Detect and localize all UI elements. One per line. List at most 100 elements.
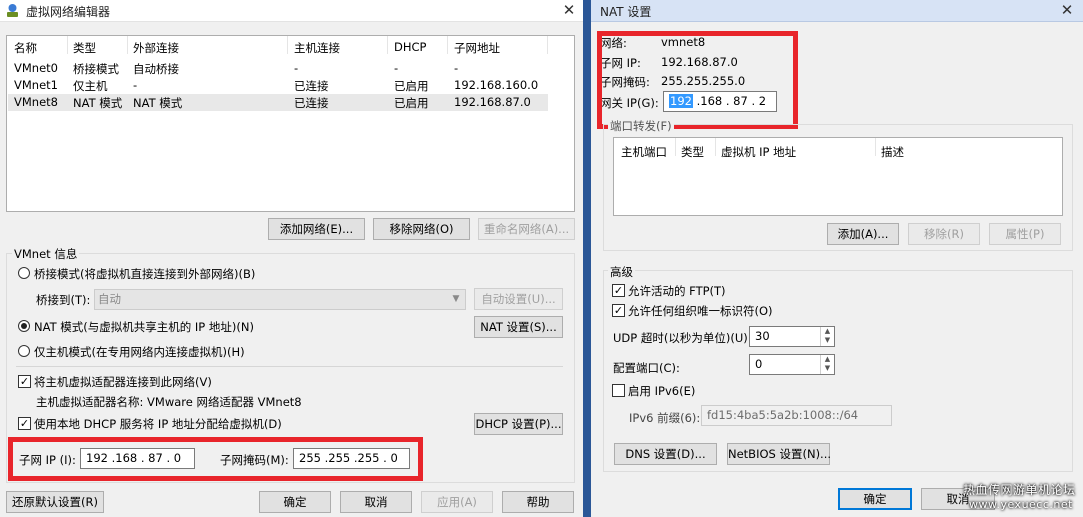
column-header-name[interactable]: 名称 <box>14 40 37 56</box>
help-button[interactable]: 帮助 <box>502 491 574 513</box>
remove-network-button[interactable]: 移除网络(O) <box>373 218 470 240</box>
network-list[interactable]: 名称 类型 外部连接 主机连接 DHCP 子网地址 VMnet0 桥接模式 自动… <box>6 35 575 212</box>
row-cell: 自动桥接 <box>133 62 179 76</box>
allow-ftp-label[interactable]: 允许活动的 FTP(T) <box>628 283 726 299</box>
allow-oui-checkbox[interactable]: ✓ <box>612 304 625 317</box>
close-icon[interactable]: ✕ <box>1055 0 1079 22</box>
column-header-type[interactable]: 类型 <box>681 144 704 160</box>
row-cell: 已连接 <box>294 79 329 93</box>
column-divider <box>67 36 68 54</box>
nat-settings-button[interactable]: NAT 设置(S)... <box>474 316 563 338</box>
column-header-host[interactable]: 主机连接 <box>294 40 340 56</box>
column-divider <box>447 36 448 54</box>
use-dhcp-checkbox[interactable]: ✓ <box>18 417 31 430</box>
config-port-stepper[interactable]: 0 ▲ ▼ <box>749 354 835 375</box>
row-cell: - <box>294 61 299 75</box>
subnet-mask-label: 子网掩码(M): <box>220 453 289 467</box>
row-cell: VMnet0 <box>14 61 58 75</box>
chevron-down-icon: ▼ <box>452 294 460 304</box>
chevron-up-icon[interactable]: ▲ <box>821 327 834 336</box>
spin-buttons[interactable]: ▲ ▼ <box>820 355 834 374</box>
column-header-external[interactable]: 外部连接 <box>133 40 179 56</box>
ipv6-prefix-label: IPv6 前缀(6): <box>629 411 701 425</box>
gateway-ip-field[interactable]: 192 .168 . 87 . 2 <box>663 91 777 112</box>
virtual-network-editor-window: 虚拟网络编辑器 ✕ 名称 类型 外部连接 主机连接 DHCP 子网地址 VMne… <box>0 0 583 517</box>
cancel-button[interactable]: 取消 <box>340 491 412 513</box>
close-icon[interactable]: ✕ <box>557 0 581 22</box>
column-header-type[interactable]: 类型 <box>73 40 96 56</box>
connect-adapter-label[interactable]: 将主机虚拟适配器连接到此网络(V) <box>34 374 212 390</box>
column-header-dhcp[interactable]: DHCP <box>394 40 426 54</box>
row-cell: 192.168.87.0 <box>454 95 531 109</box>
udp-timeout-stepper[interactable]: 30 ▲ ▼ <box>749 326 835 347</box>
row-cell: 已启用 <box>394 79 429 93</box>
column-divider <box>875 138 876 156</box>
chevron-down-icon[interactable]: ▼ <box>821 336 834 345</box>
row-cell: NAT 模式 <box>133 96 183 110</box>
config-port-value: 0 <box>755 357 763 371</box>
subnet-mask-label: 子网掩码: <box>600 75 650 89</box>
ok-button[interactable]: 确定 <box>259 491 331 513</box>
bridge-to-label: 桥接到(T): <box>36 293 91 307</box>
gateway-selected-octet: 192 <box>669 94 693 108</box>
subnet-ip-field[interactable]: 192 .168 . 87 . 0 <box>80 448 195 469</box>
column-divider <box>287 36 288 54</box>
column-header-host-port[interactable]: 主机端口 <box>621 144 667 160</box>
title-bar: 虚拟网络编辑器 ✕ <box>0 0 583 22</box>
column-header-subnet[interactable]: 子网地址 <box>454 40 500 56</box>
enable-ipv6-checkbox[interactable] <box>612 384 625 397</box>
bridge-to-select[interactable]: 自动 ▼ <box>94 289 466 310</box>
subnet-mask-value: 255.255.255.0 <box>661 74 746 88</box>
enable-ipv6-label[interactable]: 启用 IPv6(E) <box>628 383 695 399</box>
netbios-settings-button[interactable]: NetBIOS 设置(N)... <box>727 443 831 465</box>
ipv6-prefix-field[interactable]: fd15:4ba5:5a2b:1008::/64 <box>701 405 892 426</box>
nat-mode-radio[interactable] <box>18 320 30 332</box>
rename-network-button[interactable]: 重命名网络(A)... <box>478 218 575 240</box>
udp-timeout-value: 30 <box>755 329 770 343</box>
udp-timeout-label: UDP 超时(以秒为单位)(U): <box>613 331 752 345</box>
host-only-label[interactable]: 仅主机模式(在专用网络内连接虚拟机)(H) <box>34 344 245 360</box>
add-port-button[interactable]: 添加(A)... <box>827 223 899 245</box>
row-cell: 仅主机 <box>73 79 108 93</box>
subnet-mask-field[interactable]: 255 .255 .255 . 0 <box>293 448 410 469</box>
gateway-remaining-octets: .168 . 87 . 2 <box>692 94 767 108</box>
column-divider <box>387 36 388 54</box>
nat-mode-label[interactable]: NAT 模式(与虚拟机共享主机的 IP 地址)(N) <box>34 319 254 335</box>
connect-adapter-checkbox[interactable]: ✓ <box>18 375 31 388</box>
nat-settings-window: NAT 设置 ✕ 网络: vmnet8 子网 IP: 192.168.87.0 … <box>591 0 1083 517</box>
restore-defaults-button[interactable]: 还原默认设置(R) <box>6 491 104 513</box>
desktop-background-strip <box>583 0 591 517</box>
adapter-name-text: 主机虚拟适配器名称: VMware 网络适配器 VMnet8 <box>36 395 302 409</box>
ok-button[interactable]: 确定 <box>838 488 912 510</box>
auto-settings-button[interactable]: 自动设置(U)... <box>474 288 563 310</box>
add-network-button[interactable]: 添加网络(E)... <box>268 218 365 240</box>
column-header-vm-ip[interactable]: 虚拟机 IP 地址 <box>721 144 796 160</box>
row-cell: - <box>133 78 138 92</box>
port-forwarding-list[interactable]: 主机端口 类型 虚拟机 IP 地址 描述 <box>613 137 1063 216</box>
allow-oui-label[interactable]: 允许任何组织唯一标识符(O) <box>628 303 773 319</box>
chevron-down-icon[interactable]: ▼ <box>821 364 834 373</box>
remove-port-button[interactable]: 移除(R) <box>908 223 980 245</box>
host-only-radio[interactable] <box>18 345 30 357</box>
chevron-up-icon[interactable]: ▲ <box>821 355 834 364</box>
dhcp-settings-button[interactable]: DHCP 设置(P)... <box>474 413 563 435</box>
apply-button[interactable]: 应用(A) <box>421 491 493 513</box>
row-cell: 桥接模式 <box>73 62 119 76</box>
network-label: 网络: <box>600 36 627 50</box>
subnet-ip-label: 子网 IP (I): <box>19 453 76 467</box>
bridge-mode-radio[interactable] <box>18 267 30 279</box>
column-header-description[interactable]: 描述 <box>881 144 904 160</box>
table-row[interactable]: VMnet0 桥接模式 自动桥接 - - - <box>7 61 567 78</box>
column-divider <box>675 138 676 156</box>
use-dhcp-label[interactable]: 使用本地 DHCP 服务将 IP 地址分配给虚拟机(D) <box>34 416 282 432</box>
subnet-ip-label: 子网 IP: <box>600 56 641 70</box>
spin-buttons[interactable]: ▲ ▼ <box>820 327 834 346</box>
table-row[interactable]: VMnet8 NAT 模式 NAT 模式 已连接 已启用 192.168.87.… <box>7 95 567 112</box>
allow-ftp-checkbox[interactable]: ✓ <box>612 284 625 297</box>
table-row[interactable]: VMnet1 仅主机 - 已连接 已启用 192.168.160.0 <box>7 78 567 95</box>
dns-settings-button[interactable]: DNS 设置(D)... <box>614 443 717 465</box>
row-cell: 已启用 <box>394 96 429 110</box>
properties-button[interactable]: 属性(P) <box>989 223 1061 245</box>
bridge-mode-label[interactable]: 桥接模式(将虚拟机直接连接到外部网络)(B) <box>34 266 255 282</box>
title-bar: NAT 设置 ✕ <box>591 0 1083 22</box>
